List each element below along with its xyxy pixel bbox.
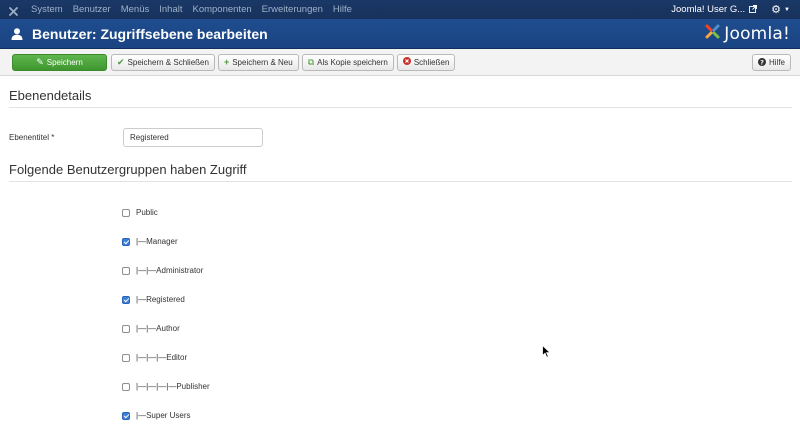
group-checkbox[interactable]	[122, 266, 130, 275]
copy-icon: ⧉	[307, 56, 315, 67]
page-title: Benutzer: Zugriffsebene bearbeiten	[32, 25, 268, 42]
group-checkbox[interactable]	[122, 208, 130, 217]
group-option-public[interactable]: Public	[122, 208, 158, 217]
group-option-editor[interactable]: |—|—|—Editor	[122, 353, 187, 362]
group-option-administrator[interactable]: |—|—Administrator	[122, 266, 203, 275]
group-label: |—Super Users	[136, 411, 191, 420]
menu-system[interactable]: System	[31, 4, 63, 15]
group-label: Public	[136, 208, 158, 217]
close-icon	[402, 57, 411, 67]
group-checkbox[interactable]	[122, 237, 130, 246]
close-label: Schließen	[413, 57, 450, 67]
group-label: |—|—|—Editor	[136, 353, 188, 362]
mouse-cursor-icon	[542, 344, 552, 363]
group-checkbox[interactable]	[122, 382, 130, 391]
group-checkbox[interactable]	[122, 411, 130, 420]
group-option-registered[interactable]: |—Registered	[122, 295, 185, 304]
close-button[interactable]: Schließen	[396, 53, 456, 71]
joomla-brand-logo-icon	[704, 23, 721, 45]
question-icon: ?	[757, 57, 766, 68]
divider	[9, 181, 792, 182]
save-new-button[interactable]: + Speichern & Neu	[217, 53, 299, 71]
menu-menues[interactable]: Menüs	[121, 4, 150, 15]
save-copy-label: Als Kopie speichern	[317, 57, 388, 67]
top-navigation-bar: System Benutzer Menüs Inhalt Komponenten…	[0, 0, 800, 19]
section-title-groups: Folgende Benutzergruppen haben Zugriff	[9, 162, 247, 177]
page-header: Benutzer: Zugriffsebene bearbeiten Jooml…	[0, 19, 800, 49]
group-checkbox[interactable]	[122, 353, 130, 362]
group-option-super-users[interactable]: |—Super Users	[122, 411, 191, 420]
title-field[interactable]	[123, 128, 263, 147]
svg-text:?: ?	[760, 58, 764, 66]
save-close-label: Speichern & Schließen	[127, 57, 209, 67]
toolbar: ✎ Speichern ✔ Speichern & Schließen + Sp…	[0, 49, 800, 76]
group-option-author[interactable]: |—|—Author	[122, 324, 180, 333]
group-option-manager[interactable]: |—Manager	[122, 237, 178, 246]
main-menu: System Benutzer Menüs Inhalt Komponenten…	[31, 4, 362, 15]
brand-wordmark: Joomla!	[724, 23, 790, 44]
group-label: |—|—|—|—Publisher	[136, 382, 210, 391]
save-button-label: Speichern	[46, 57, 83, 67]
menu-benutzer[interactable]: Benutzer	[73, 4, 111, 15]
plus-icon: +	[223, 56, 230, 67]
group-label: |—|—Author	[136, 324, 180, 333]
save-new-label: Speichern & Neu	[232, 57, 293, 67]
group-label: |—|—Administrator	[136, 266, 204, 275]
title-field-label: Ebenentitel *	[9, 133, 55, 142]
gear-icon[interactable]: ⚙	[771, 3, 781, 16]
menu-erweiterungen[interactable]: Erweiterungen	[262, 4, 323, 15]
menu-inhalt[interactable]: Inhalt	[159, 4, 182, 15]
edit-icon: ✎	[36, 56, 44, 67]
group-label: |—Manager	[136, 237, 178, 246]
group-label: |—Registered	[136, 295, 185, 304]
group-option-publisher[interactable]: |—|—|—|—Publisher	[122, 382, 210, 391]
group-checkbox[interactable]	[122, 324, 130, 333]
help-label: Hilfe	[768, 58, 785, 67]
save-button[interactable]: ✎ Speichern	[12, 53, 107, 71]
menu-komponenten[interactable]: Komponenten	[192, 4, 251, 15]
chevron-down-icon[interactable]: ▼	[784, 7, 790, 13]
help-button[interactable]: ? Hilfe	[751, 54, 791, 71]
save-copy-button[interactable]: ⧉ Als Kopie speichern	[301, 53, 394, 71]
section-title-details: Ebenendetails	[9, 88, 92, 103]
external-link-icon[interactable]	[749, 4, 758, 15]
menu-hilfe[interactable]: Hilfe	[333, 4, 352, 15]
user-icon	[10, 27, 24, 41]
joomla-brand: Joomla!	[704, 23, 790, 45]
group-checkbox[interactable]	[122, 295, 130, 304]
site-link[interactable]: Joomla! User G...	[671, 4, 745, 15]
save-close-button[interactable]: ✔ Speichern & Schließen	[111, 53, 215, 71]
divider	[9, 107, 792, 108]
joomla-logo-icon[interactable]	[8, 4, 19, 16]
checkmark-icon: ✔	[117, 56, 125, 67]
